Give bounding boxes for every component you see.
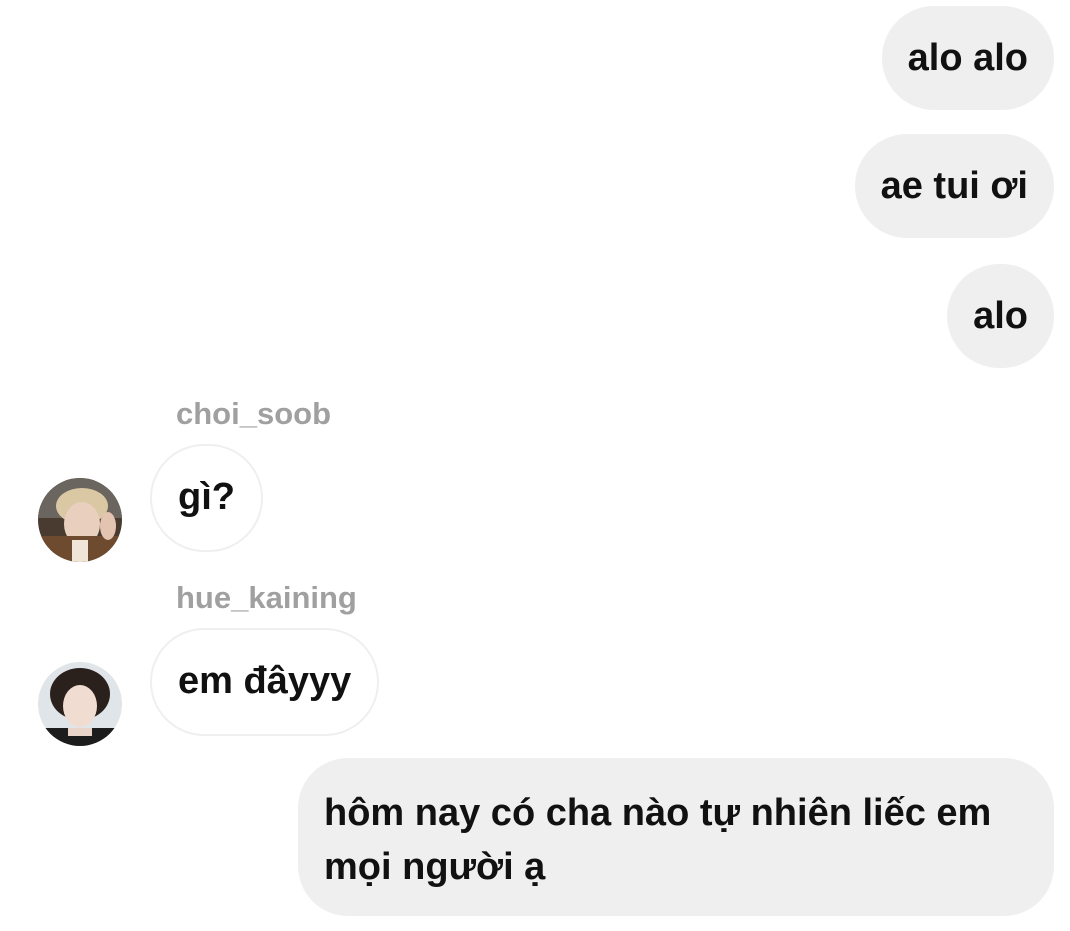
message-text: alo alo (907, 37, 1028, 79)
sender-avatar[interactable] (38, 478, 122, 562)
message-text: alo (973, 295, 1028, 337)
avatar-photo-icon (38, 478, 122, 562)
outgoing-message[interactable]: alo (947, 264, 1054, 368)
avatar-photo-icon (38, 662, 122, 746)
sender-avatar[interactable] (38, 662, 122, 746)
outgoing-message[interactable]: alo alo (881, 6, 1054, 110)
message-text: em đâyyy (178, 660, 352, 702)
message-text: ae tui ơi (880, 165, 1028, 207)
incoming-message[interactable]: gì? (150, 444, 263, 552)
outgoing-message[interactable]: hôm nay có cha nào tự nhiên liếc em mọi … (298, 758, 1054, 916)
message-text-line: mọi người ạ (324, 846, 546, 888)
sender-username: hue_kaining (176, 580, 357, 615)
outgoing-message[interactable]: ae tui ơi (854, 134, 1054, 238)
message-text-line: hôm nay có cha nào tự nhiên liếc em (324, 792, 992, 834)
message-text: gì? (178, 476, 235, 518)
incoming-message[interactable]: em đâyyy (150, 628, 380, 736)
sender-username: choi_soob (176, 396, 332, 431)
